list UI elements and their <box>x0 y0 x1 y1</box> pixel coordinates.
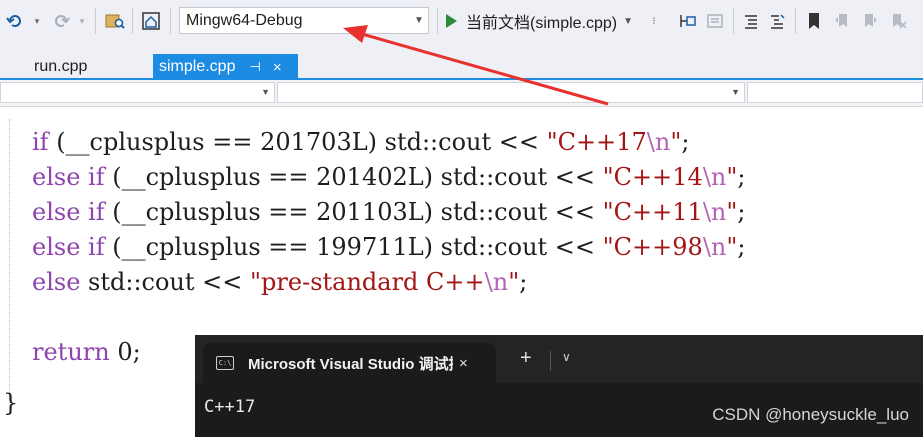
code-line: if (__cplusplus == 201703L) std::cout <<… <box>32 125 689 160</box>
code-token: " <box>726 233 738 261</box>
code-token: \n <box>646 128 671 156</box>
code-token: " <box>670 128 682 156</box>
code-token: ; <box>737 198 746 226</box>
close-icon[interactable]: × <box>459 355 468 372</box>
navigation-dropdown[interactable] <box>747 82 923 103</box>
toolbar-separator <box>795 8 796 34</box>
code-line: else if (__cplusplus == 201103L) std::co… <box>32 195 746 230</box>
console-output: C++17 <box>204 397 256 417</box>
code-line: return 0; <box>32 335 141 370</box>
solution-configuration-select[interactable]: Mingw64-Debug ▼ <box>179 7 429 34</box>
code-token: ; <box>737 163 746 191</box>
document-tab-strip: run.cpp simple.cpp ⊣ × <box>0 42 923 80</box>
redo-icon[interactable] <box>50 8 72 34</box>
code-token: (__cplusplus == 201402L) std::cout << <box>104 163 603 191</box>
solution-explorer-icon[interactable] <box>140 8 162 34</box>
configuration-value: Mingw64-Debug <box>186 11 303 29</box>
code-token: ; <box>681 128 690 156</box>
terminal-tab-bar: C:\ Microsoft Visual Studio 调试控制台 × + ∨ <box>195 335 923 383</box>
code-token: else <box>32 268 81 296</box>
close-icon[interactable]: × <box>273 59 282 76</box>
uncomment-icon[interactable] <box>704 8 726 34</box>
terminal-tab-title: Microsoft Visual Studio 调试控制台 <box>248 355 453 373</box>
code-token: " <box>508 268 520 296</box>
indent-guide <box>9 119 11 399</box>
step-into-icon[interactable] <box>676 8 698 34</box>
code-token: " <box>726 198 738 226</box>
toolbar-separator <box>132 8 133 34</box>
new-tab-icon[interactable]: + <box>520 347 532 370</box>
code-token: else if <box>32 198 105 226</box>
code-token: \n <box>702 163 727 191</box>
chevron-down-icon[interactable]: ▼ <box>410 15 428 26</box>
code-token: \n <box>702 198 727 226</box>
toolbar-separator <box>437 8 438 34</box>
toolbar-separator <box>170 8 171 34</box>
chevron-down-icon[interactable]: ▼ <box>623 16 633 27</box>
code-token: (__cplusplus == 201703L) std::cout << <box>48 128 547 156</box>
next-bookmark-icon[interactable] <box>859 8 881 34</box>
format-icon[interactable] <box>766 8 788 34</box>
undo-icon[interactable] <box>4 8 26 34</box>
code-line: else if (__cplusplus == 199711L) std::co… <box>32 230 746 265</box>
standard-toolbar: ▾ ▾ Mingw64-Debug ▼ 当前文档(simple.cpp) ▼ ⁝ <box>0 0 923 42</box>
code-token: 0; <box>109 338 141 366</box>
tab-label: simple.cpp <box>159 58 236 75</box>
find-in-files-icon[interactable] <box>104 8 126 34</box>
member-dropdown[interactable]: ▼ <box>277 82 745 103</box>
code-line: else if (__cplusplus == 201402L) std::co… <box>32 160 746 195</box>
closing-brace: } <box>3 389 19 417</box>
navigation-bar: ▼ ▼ <box>0 80 923 107</box>
terminal-separator <box>550 351 551 371</box>
run-target-label: 当前文档(simple.cpp) <box>466 15 618 32</box>
code-token: ; <box>737 233 746 261</box>
toolbar-separator <box>733 8 734 34</box>
debug-console-window[interactable]: C:\ Microsoft Visual Studio 调试控制台 × + ∨ … <box>195 335 923 437</box>
start-debugging-button[interactable]: 当前文档(simple.cpp) ▼ <box>446 8 633 34</box>
code-token: if <box>32 128 49 156</box>
console-icon: C:\ <box>216 356 234 370</box>
code-token: "C++98 <box>602 233 703 261</box>
clear-bookmarks-icon[interactable] <box>887 8 909 34</box>
code-line: else std::cout << "pre-standard C++\n"; <box>32 265 527 300</box>
comment-icon[interactable] <box>740 8 762 34</box>
chevron-down-icon[interactable]: ∨ <box>562 350 571 364</box>
watermark: CSDN @honeysuckle_luo <box>712 405 909 424</box>
previous-bookmark-icon[interactable] <box>831 8 853 34</box>
tab-label: run.cpp <box>34 58 88 75</box>
code-token: "pre-standard C++ <box>250 268 485 296</box>
code-token: \n <box>484 268 509 296</box>
code-token: (__cplusplus == 201103L) std::cout << <box>104 198 603 226</box>
tab-run-cpp[interactable]: run.cpp <box>22 54 99 80</box>
pin-icon[interactable]: ⊣ <box>249 59 260 75</box>
overflow-icon[interactable]: ⁝ <box>649 8 659 34</box>
code-token: ; <box>519 268 528 296</box>
play-icon <box>446 14 457 28</box>
redo-dropdown-icon[interactable]: ▾ <box>77 8 87 34</box>
code-token: "C++17 <box>546 128 647 156</box>
undo-dropdown-icon[interactable]: ▾ <box>32 8 42 34</box>
code-token: std::cout << <box>80 268 250 296</box>
code-token: return <box>32 338 110 366</box>
code-token: else if <box>32 233 105 261</box>
code-token: "C++11 <box>602 198 703 226</box>
project-scope-dropdown[interactable]: ▼ <box>0 82 275 103</box>
chevron-down-icon: ▼ <box>731 87 740 97</box>
code-token: \n <box>702 233 727 261</box>
bookmark-icon[interactable] <box>803 8 825 34</box>
chevron-down-icon: ▼ <box>261 87 270 97</box>
tab-simple-cpp[interactable]: simple.cpp ⊣ × <box>153 54 298 80</box>
code-token: "C++14 <box>602 163 703 191</box>
toolbar-separator <box>95 8 96 34</box>
code-token: " <box>726 163 738 191</box>
code-token: (__cplusplus == 199711L) std::cout << <box>104 233 603 261</box>
code-token: else if <box>32 163 105 191</box>
terminal-tab[interactable]: C:\ Microsoft Visual Studio 调试控制台 × <box>203 343 496 383</box>
